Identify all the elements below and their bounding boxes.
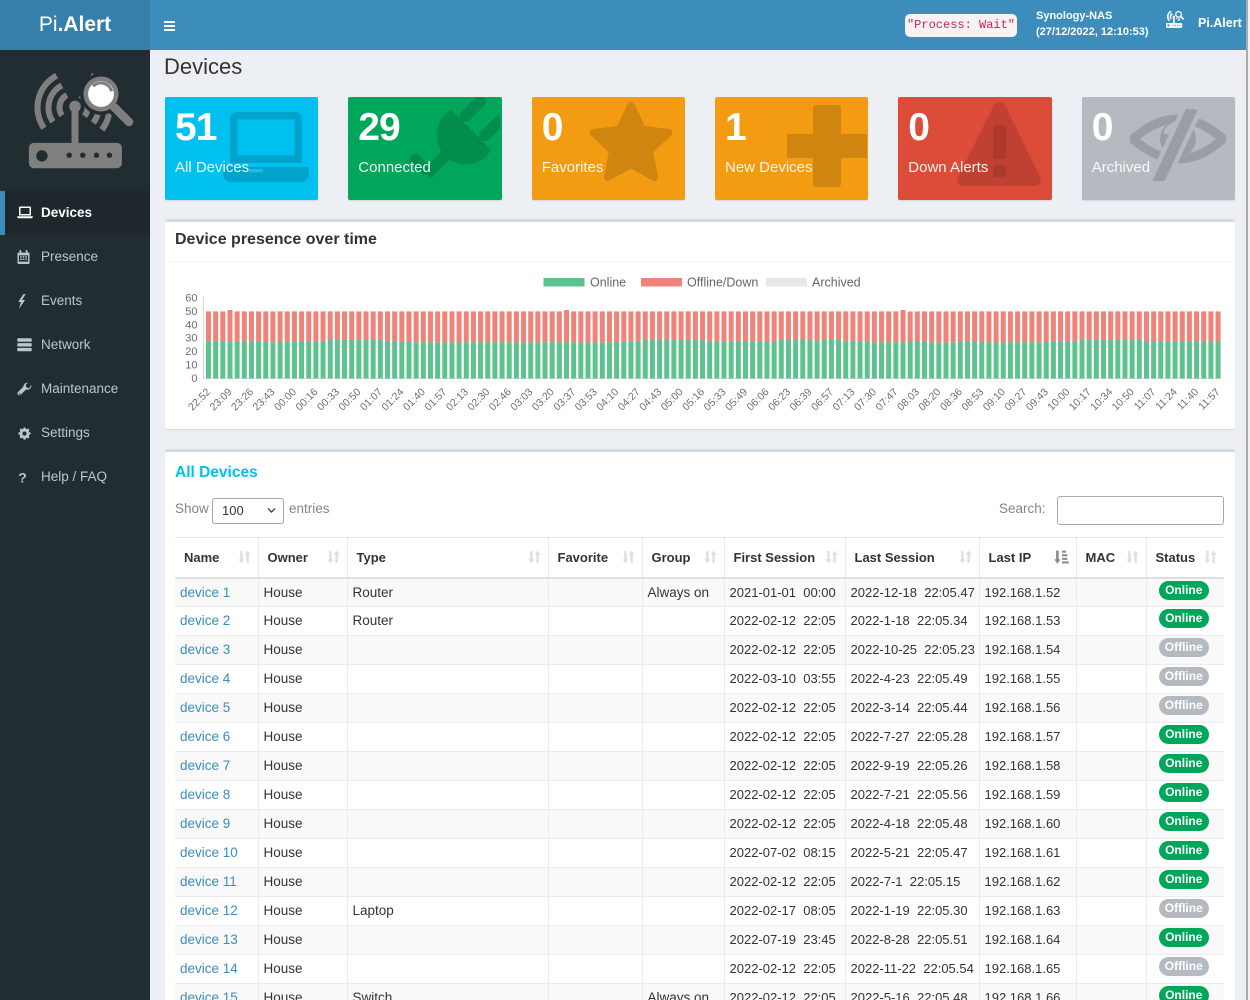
svg-text:Online: Online <box>590 275 626 289</box>
svg-text:10:17: 10:17 <box>1067 386 1094 413</box>
svg-text:00:50: 00:50 <box>336 386 363 413</box>
svg-text:06:23: 06:23 <box>766 386 793 413</box>
svg-text:03:20: 03:20 <box>530 386 557 413</box>
svg-text:02:13: 02:13 <box>444 386 471 413</box>
svg-text:09:10: 09:10 <box>981 386 1008 413</box>
svg-text:40: 40 <box>185 319 197 331</box>
svg-text:22:52: 22:52 <box>186 386 213 413</box>
svg-text:04:43: 04:43 <box>637 386 664 413</box>
svg-text:01:07: 01:07 <box>358 386 385 413</box>
svg-text:04:27: 04:27 <box>616 386 643 413</box>
svg-text:?: ? <box>18 470 27 485</box>
svg-text:00:33: 00:33 <box>315 386 342 413</box>
svg-text:Archived: Archived <box>812 275 861 289</box>
svg-text:01:24: 01:24 <box>379 386 406 413</box>
svg-text:05:00: 05:00 <box>659 386 686 413</box>
svg-text:10:50: 10:50 <box>1110 386 1137 413</box>
svg-text:08:20: 08:20 <box>916 386 943 413</box>
svg-text:23:26: 23:26 <box>229 386 256 413</box>
svg-text:06:39: 06:39 <box>787 386 814 413</box>
svg-text:07:13: 07:13 <box>830 386 857 413</box>
svg-text:08:53: 08:53 <box>959 386 986 413</box>
svg-text:30: 30 <box>185 332 197 344</box>
svg-text:03:53: 03:53 <box>573 386 600 413</box>
svg-text:01:40: 01:40 <box>401 386 428 413</box>
svg-text:50: 50 <box>185 305 197 317</box>
svg-text:00:00: 00:00 <box>272 386 299 413</box>
svg-text:01:57: 01:57 <box>422 386 449 413</box>
svg-text:11:40: 11:40 <box>1175 386 1202 413</box>
svg-text:02:46: 02:46 <box>487 386 514 413</box>
svg-text:03:37: 03:37 <box>551 386 578 413</box>
svg-text:06:06: 06:06 <box>745 386 772 413</box>
svg-text:08:03: 08:03 <box>895 386 922 413</box>
svg-text:08:36: 08:36 <box>938 386 965 413</box>
svg-text:09:43: 09:43 <box>1024 386 1051 413</box>
svg-text:03:03: 03:03 <box>508 386 535 413</box>
svg-text:04:10: 04:10 <box>594 386 621 413</box>
svg-text:07:30: 07:30 <box>852 386 879 413</box>
svg-text:11:07: 11:07 <box>1132 386 1159 413</box>
svg-text:11:24: 11:24 <box>1153 386 1180 413</box>
svg-text:60: 60 <box>185 292 197 304</box>
svg-text:11:57: 11:57 <box>1196 386 1223 413</box>
svg-text:07:47: 07:47 <box>873 386 900 413</box>
svg-text:05:16: 05:16 <box>680 386 707 413</box>
svg-text:06:57: 06:57 <box>809 386 836 413</box>
svg-text:20: 20 <box>185 346 197 358</box>
svg-text:00:16: 00:16 <box>293 386 320 413</box>
svg-text:10: 10 <box>185 359 197 371</box>
svg-text:23:09: 23:09 <box>208 386 235 413</box>
svg-text:Offline/Down: Offline/Down <box>687 275 758 289</box>
svg-text:09:27: 09:27 <box>1002 386 1029 413</box>
svg-text:02:30: 02:30 <box>465 386 492 413</box>
svg-text:10:00: 10:00 <box>1045 386 1072 413</box>
svg-text:23:43: 23:43 <box>250 386 277 413</box>
svg-text:0: 0 <box>191 373 197 385</box>
svg-text:05:49: 05:49 <box>723 386 750 413</box>
svg-text:10:34: 10:34 <box>1088 386 1115 413</box>
svg-text:05:33: 05:33 <box>702 386 729 413</box>
